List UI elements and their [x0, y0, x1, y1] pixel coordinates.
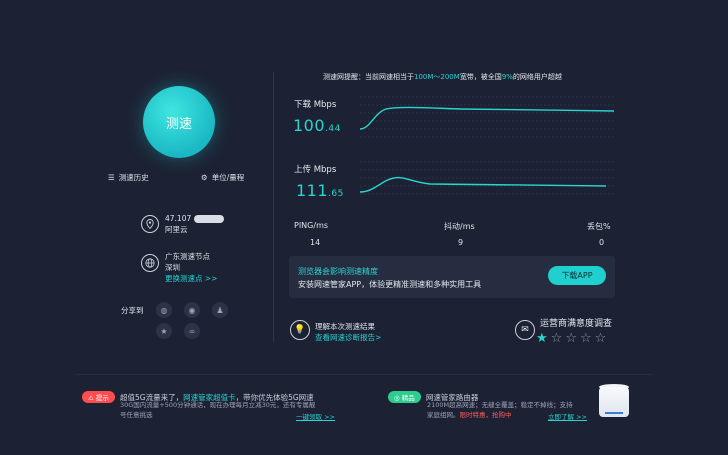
- speed-notice: 测速网提醒：当前网速相当于100M～200M宽带，被全国9%的网络用户超越: [323, 73, 562, 81]
- node-city: 深圳: [165, 263, 180, 272]
- ip-address: 47.107: [165, 213, 225, 224]
- change-node-link[interactable]: 更换测速点 >>: [165, 273, 217, 284]
- link-icon[interactable]: ∞: [184, 323, 200, 339]
- star-5[interactable]: ☆: [595, 331, 610, 346]
- download-value: 100.44: [293, 116, 341, 135]
- download-chart: [360, 96, 614, 138]
- banner-title: 测览器会影响测速精度: [298, 267, 378, 276]
- diagnosis-report-link[interactable]: 查看网速诊断报告>: [315, 332, 381, 343]
- ad-tag-featured: ◎ 精品: [388, 391, 421, 403]
- upload-label: 上传 Mbps: [294, 165, 337, 175]
- globe-icon: [141, 254, 159, 272]
- lightbulb-icon: 💡: [290, 320, 310, 340]
- wechat-icon[interactable]: ◍: [156, 302, 172, 318]
- ping-value: 14: [310, 238, 321, 247]
- star-4[interactable]: ☆: [580, 331, 595, 346]
- claim-link[interactable]: 一键领取 >>: [296, 411, 335, 421]
- loss-value: 0: [599, 238, 605, 247]
- panel-divider: [273, 72, 274, 342]
- footer-divider: [75, 374, 653, 375]
- qzone-icon[interactable]: ★: [156, 323, 172, 339]
- ad-tag-warning: ⚠ 提示: [82, 391, 115, 403]
- learn-more-link[interactable]: 立即了解 >>: [548, 411, 587, 421]
- rating-stars[interactable]: ★☆☆☆☆: [536, 331, 609, 346]
- qq-icon[interactable]: ♟: [212, 302, 228, 318]
- gear-icon: ⚙: [201, 173, 208, 182]
- share-label: 分享到: [121, 306, 144, 315]
- start-test-button[interactable]: 测速: [143, 86, 215, 158]
- router-image: [597, 384, 631, 420]
- jitter-value: 9: [458, 238, 464, 247]
- weibo-icon[interactable]: ◉: [184, 302, 200, 318]
- star-2[interactable]: ☆: [551, 331, 566, 346]
- history-icon: ☰: [108, 173, 115, 182]
- survey-icon: ✉: [515, 320, 535, 340]
- loss-label: 丢包%: [587, 222, 611, 231]
- download-label: 下载 Mbps: [294, 100, 337, 110]
- download-app-button[interactable]: 下载APP: [548, 266, 606, 285]
- isp-name: 阿里云: [165, 225, 188, 234]
- banner-text: 安装网速管家APP，体验更精准测速和多种实用工具: [298, 280, 482, 289]
- star-3[interactable]: ☆: [565, 331, 580, 346]
- node-title: 广东测速节点: [165, 252, 210, 261]
- ad-promo-desc: 30G国内流量+500分钟通话，现在办理每月立减30元，还有专属靓 号任意挑选: [120, 401, 316, 419]
- ping-label: PING/ms: [294, 221, 329, 230]
- upload-value: 111.65: [296, 181, 344, 200]
- units-link[interactable]: ⚙ 单位/量程: [201, 172, 244, 183]
- upload-chart: [360, 161, 614, 195]
- jitter-label: 抖动/ms: [444, 222, 475, 231]
- location-pin-icon: [141, 215, 159, 233]
- survey-title: 运营商满意度调查: [540, 319, 613, 329]
- result-title: 理解本次测速结果: [315, 322, 375, 331]
- star-1[interactable]: ★: [536, 331, 551, 346]
- history-link[interactable]: ☰ 测速历史: [108, 172, 149, 183]
